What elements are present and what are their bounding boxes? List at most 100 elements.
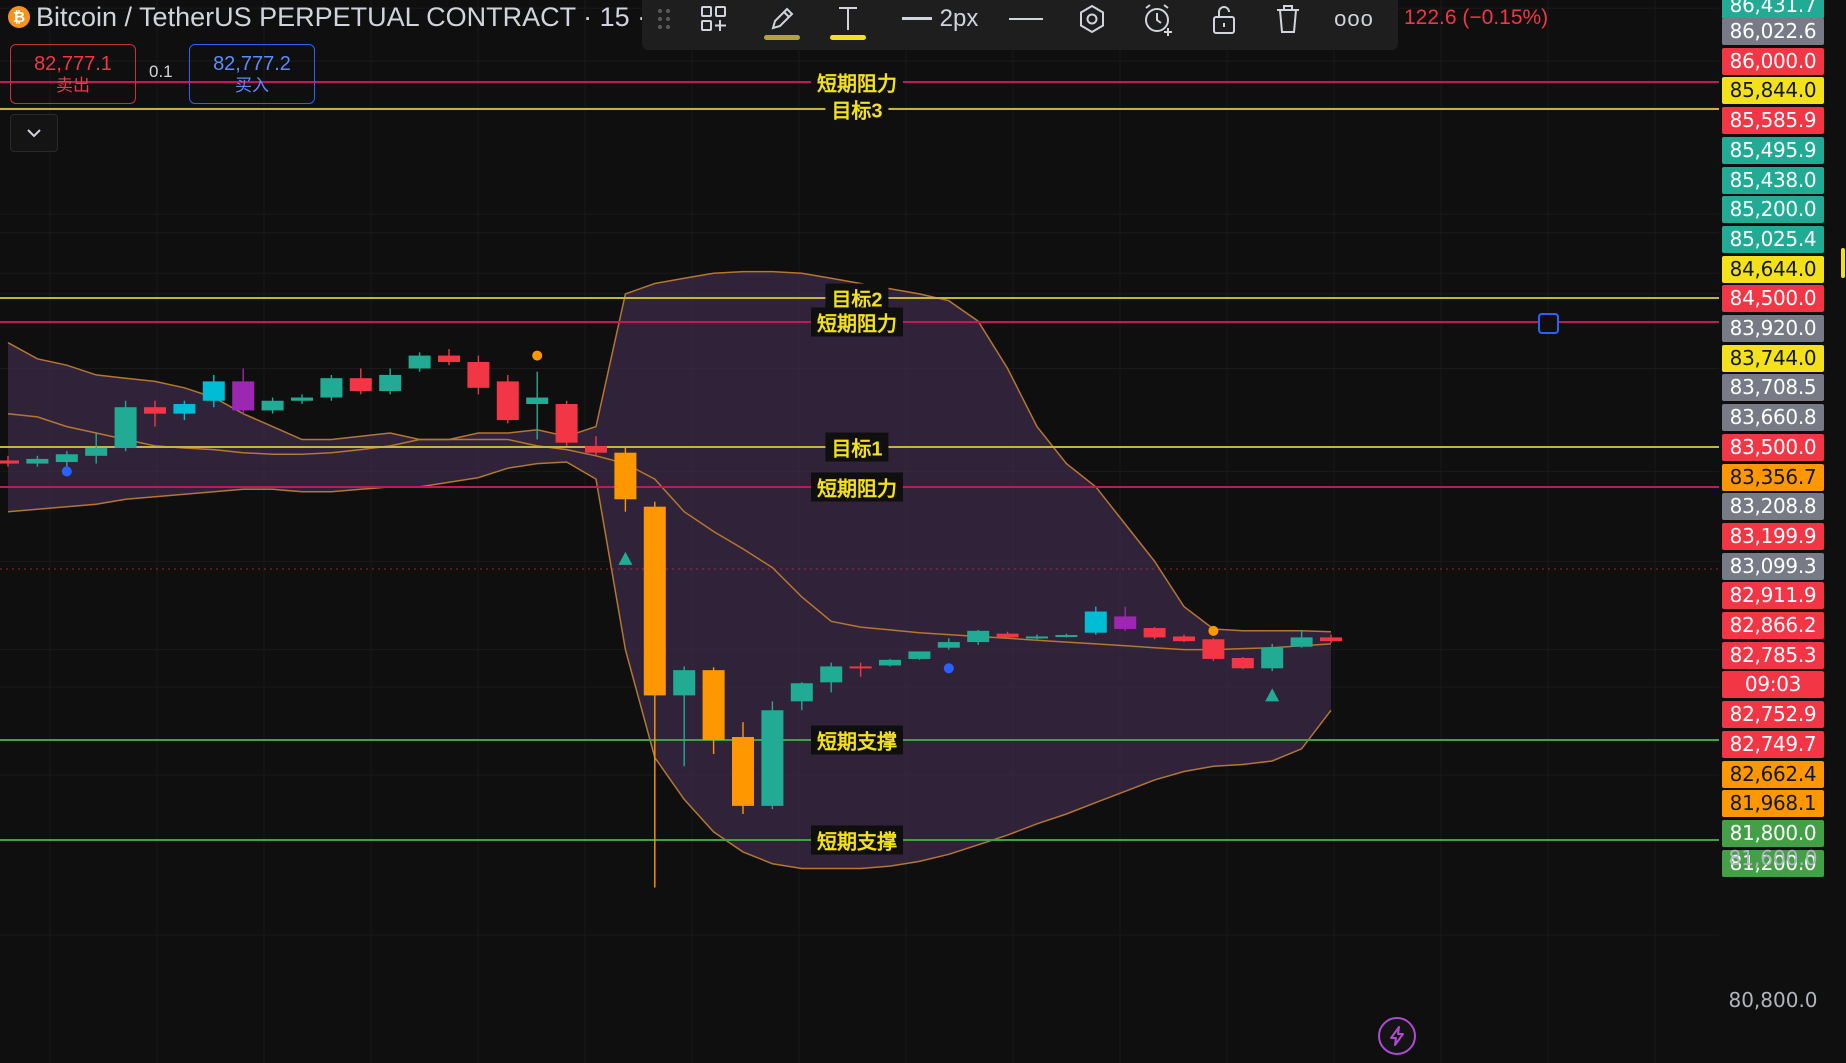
line-style-button[interactable]: [1006, 0, 1046, 38]
price-axis-tag: 09:03: [1722, 671, 1824, 699]
candle-body: [937, 642, 960, 648]
drawing-toolbar: 2px ooo: [642, 0, 1398, 50]
candle-body: [1055, 635, 1078, 638]
price-axis-tag: 82,911.9: [1722, 582, 1824, 610]
symbol-title: Bitcoin / TetherUS PERPETUAL CONTRACT · …: [36, 1, 647, 32]
price-axis-tag: 85,495.9: [1722, 136, 1824, 164]
collapse-button[interactable]: [10, 114, 58, 152]
price-axis-tag: 86,000.0: [1722, 47, 1824, 75]
candle-body: [1114, 616, 1137, 629]
candle-body: [614, 452, 637, 500]
bitcoin-icon: ₿: [8, 6, 30, 28]
price-axis-tick: 80,800.0: [1728, 988, 1818, 1012]
price-axis-tag: 81,968.1: [1722, 790, 1824, 818]
settings-button[interactable]: [1072, 0, 1112, 38]
level-label: 目标1: [825, 432, 889, 462]
candle-body: [408, 355, 431, 369]
sell-button[interactable]: 82,777.1 卖出: [10, 44, 136, 104]
buy-button[interactable]: 82,777.2 买入: [189, 44, 315, 104]
price-axis-tag: 83,920.0: [1722, 315, 1824, 342]
lock-button[interactable]: [1204, 0, 1244, 38]
price-axis-tag: 83,099.3: [1722, 552, 1824, 580]
add-alert-button[interactable]: [1138, 0, 1178, 38]
more-button[interactable]: ooo: [1334, 0, 1374, 38]
candle-body: [261, 400, 284, 411]
candle-body: [114, 407, 137, 449]
price-axis-tag: 83,660.8: [1722, 404, 1824, 432]
candle-body: [1173, 636, 1195, 642]
price-axis-tag: 82,662.4: [1722, 760, 1824, 788]
candle-body: [702, 670, 725, 740]
delete-button[interactable]: [1268, 0, 1308, 38]
price-axis-tag: 85,438.0: [1722, 166, 1824, 194]
candle-body: [1143, 628, 1166, 638]
text-color-swatch: [830, 35, 866, 40]
pencil-color-swatch: [764, 35, 800, 40]
candle-body: [0, 460, 19, 464]
signal-dot: [943, 663, 954, 674]
text-tool-button[interactable]: [828, 0, 868, 40]
line-width-button[interactable]: 2px: [890, 0, 990, 38]
buy-price: 82,777.2: [213, 52, 291, 75]
chevron-down-icon: [27, 129, 41, 138]
line-style-icon: [1009, 18, 1043, 20]
add-to-layout-icon[interactable]: [696, 0, 732, 38]
price-axis-tag: 82,752.9: [1722, 701, 1824, 729]
price-axis-tag: 83,744.0: [1722, 344, 1824, 372]
pencil-tool-button[interactable]: [762, 0, 802, 40]
spread-value: 0.1: [149, 62, 173, 81]
price-axis-tag: 82,785.3: [1722, 641, 1824, 669]
candle-body: [967, 630, 990, 643]
candle-body: [585, 445, 607, 453]
price-axis-tag: 85,844.0: [1722, 77, 1824, 105]
level-label: 短期支撑: [811, 725, 903, 755]
sell-price: 82,777.1: [34, 52, 112, 75]
candle-body: [908, 651, 931, 659]
candle-body: [820, 666, 843, 683]
drawing-handle[interactable]: [1538, 313, 1559, 334]
drag-handle-icon[interactable]: [652, 0, 676, 38]
lock-icon: [1213, 6, 1235, 34]
text-icon: [839, 7, 857, 30]
more-icon: ooo: [1334, 6, 1374, 31]
lightning-icon: [1390, 1026, 1404, 1046]
pencil-icon: [771, 7, 794, 30]
price-axis-tag: 81,800.0: [1722, 819, 1824, 847]
candle-body: [291, 397, 313, 401]
scroll-marker[interactable]: [1841, 248, 1845, 278]
price-axis-tag: 84,500.0: [1722, 285, 1824, 313]
candle-body: [643, 506, 666, 696]
candle-body: [790, 683, 813, 702]
candle-body: [526, 397, 549, 404]
level-label: 短期阻力: [811, 307, 903, 337]
signal-dot: [1208, 625, 1219, 636]
alert-icon: [1145, 4, 1172, 36]
candle-body: [467, 362, 490, 388]
candle-body: [761, 710, 784, 806]
price-axis-tag: 83,208.8: [1722, 493, 1824, 521]
price-axis-tag: 85,200.0: [1722, 196, 1824, 224]
line-width-icon: [901, 17, 932, 20]
price-axis-tag: 83,356.7: [1722, 463, 1824, 491]
signal-dot: [61, 466, 72, 477]
candle-body: [438, 355, 460, 363]
line-width-label: 2px: [939, 5, 979, 32]
trash-icon: [1277, 5, 1299, 33]
settings-icon: [1080, 4, 1104, 34]
symbol-header[interactable]: ₿ Bitcoin / TetherUS PERPETUAL CONTRACT …: [8, 0, 646, 34]
candle-body: [673, 670, 696, 696]
candle-body: [173, 403, 196, 414]
price-chart[interactable]: [0, 0, 1719, 1063]
candle-body: [85, 448, 108, 456]
candle-body: [732, 737, 754, 806]
candle-body: [349, 378, 372, 392]
price-axis-tag: 83,199.9: [1722, 522, 1824, 550]
quick-trade-button[interactable]: [1378, 1017, 1416, 1055]
price-change: 122.6 (−0.15%): [1404, 6, 1549, 29]
price-axis-tag: 85,585.9: [1722, 107, 1824, 135]
level-label: 短期阻力: [811, 67, 903, 97]
candle-body: [1320, 637, 1342, 642]
signal-dot: [532, 350, 543, 361]
candle-body: [1202, 639, 1225, 659]
candle-body: [1231, 657, 1254, 669]
